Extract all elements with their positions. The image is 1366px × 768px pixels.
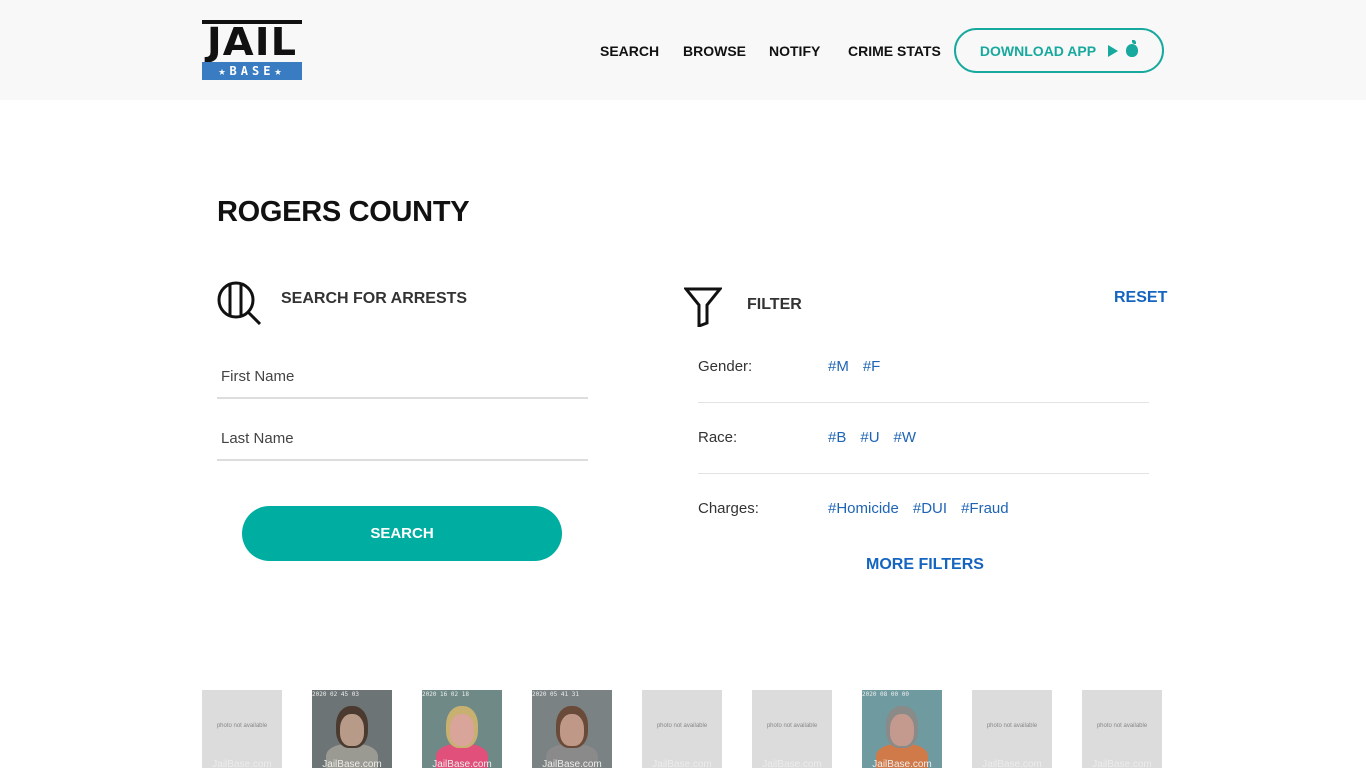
photo-not-available-text: photo not available (766, 723, 818, 729)
first-name-field[interactable] (217, 355, 588, 399)
watermark-text: JailBase.com (762, 759, 822, 768)
google-play-icon (1108, 44, 1119, 57)
tag-gender-m[interactable]: #M (828, 358, 849, 375)
watermark-text: JailBase.com (652, 759, 712, 768)
photo-not-available-text: photo not available (1096, 723, 1148, 729)
mugshot-gallery: photo not available JailBase.com 2020 02 4… (202, 690, 1162, 768)
funnel-icon (684, 287, 722, 327)
mugshot-thumbnail[interactable]: 2020 08 00 00 JailBase.com (862, 690, 942, 768)
nav-crime-stats[interactable]: CRIME STATS (848, 40, 941, 62)
filter-row-race: Race: #B #U #W (698, 403, 1149, 474)
watermark-text: JailBase.com (982, 759, 1042, 768)
tag-race-w[interactable]: #W (894, 429, 917, 446)
search-title: SEARCH FOR ARRESTS (281, 290, 468, 307)
nav-search[interactable]: SEARCH (600, 40, 659, 62)
tag-race-u[interactable]: #U (860, 429, 879, 446)
photo-timestamp: 2020 16 02 18 (422, 691, 469, 698)
reset-button[interactable]: RESET (1114, 289, 1167, 307)
watermark-text: JailBase.com (542, 759, 602, 768)
download-app-button[interactable]: DOWNLOAD APP (954, 28, 1164, 73)
first-name-input[interactable] (217, 355, 588, 397)
watermark-text: JailBase.com (212, 759, 272, 768)
photo-placeholder[interactable]: photo not available JailBase.com (752, 690, 832, 768)
mugshot-thumbnail[interactable]: 2020 02 45 03 JailBase.com (312, 690, 392, 768)
logo-jail-text: JAIL (206, 20, 298, 64)
site-header: JAIL ★BASE★ SEARCH BROWSE NOTIFY CRIME S… (0, 0, 1366, 100)
tag-gender-f[interactable]: #F (863, 358, 881, 375)
watermark-text: JailBase.com (322, 759, 382, 768)
photo-not-available-text: photo not available (216, 723, 268, 729)
download-app-label: DOWNLOAD APP (979, 42, 1097, 59)
watermark-text: JailBase.com (872, 759, 932, 768)
apple-icon (1126, 40, 1139, 57)
photo-timestamp: 2020 05 41 31 (532, 691, 579, 698)
photo-placeholder[interactable]: photo not available JailBase.com (642, 690, 722, 768)
mugshot-thumbnail[interactable]: 2020 05 41 31 JailBase.com (532, 690, 612, 768)
more-filters-link[interactable]: MORE FILTERS (866, 556, 984, 574)
photo-timestamp: 2020 08 00 00 (862, 691, 909, 698)
photo-placeholder[interactable]: photo not available JailBase.com (972, 690, 1052, 768)
tag-race-b[interactable]: #B (828, 429, 846, 446)
photo-placeholder[interactable]: photo not available JailBase.com (1082, 690, 1162, 768)
filter-row-gender: Gender: #M #F (698, 332, 1149, 403)
tag-charge-homicide[interactable]: #Homicide (828, 500, 899, 517)
search-button[interactable]: SEARCH (242, 506, 562, 561)
filter-label: Gender: (698, 358, 753, 375)
watermark-text: JailBase.com (432, 759, 492, 768)
photo-timestamp: 2020 02 45 03 (312, 691, 359, 698)
page-title: ROGERS COUNTY (217, 196, 470, 228)
tag-charge-fraud[interactable]: #Fraud (961, 500, 1009, 517)
magnifier-icon (217, 281, 261, 325)
jailbase-logo[interactable]: JAIL ★BASE★ (202, 20, 302, 80)
photo-not-available-text: photo not available (986, 723, 1038, 729)
last-name-input[interactable] (217, 417, 588, 459)
tag-charge-dui[interactable]: #DUI (913, 500, 947, 517)
filter-label: Race: (698, 429, 738, 446)
photo-not-available-text: photo not available (656, 723, 708, 729)
mugshot-thumbnail[interactable]: 2020 16 02 18 JailBase.com (422, 690, 502, 768)
watermark-text: JailBase.com (1092, 759, 1152, 768)
nav-notify[interactable]: NOTIFY (769, 40, 820, 62)
logo-base-text: ★BASE★ (202, 62, 302, 80)
filter-row-charges: Charges: #Homicide #DUI #Fraud (698, 474, 1149, 545)
photo-placeholder[interactable]: photo not available JailBase.com (202, 690, 282, 768)
filter-title: FILTER (747, 296, 802, 313)
nav-browse[interactable]: BROWSE (683, 40, 746, 62)
last-name-field[interactable] (217, 417, 588, 461)
filter-label: Charges: (698, 500, 759, 517)
